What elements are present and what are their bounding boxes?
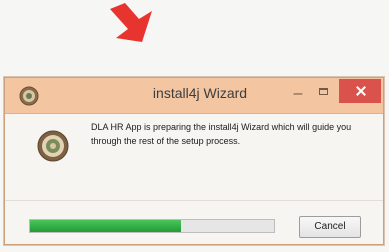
close-button[interactable] bbox=[339, 79, 381, 103]
title-bar: install4j Wizard – bbox=[5, 78, 383, 114]
maximize-icon bbox=[319, 88, 328, 95]
cancel-button[interactable]: Cancel bbox=[299, 216, 361, 238]
dialog-content: DLA HR App is preparing the install4j Wi… bbox=[5, 114, 383, 244]
install4j-wizard-dialog: install4j Wizard – DLA HR App is prepari… bbox=[4, 77, 384, 245]
progress-fill bbox=[30, 220, 182, 232]
divider bbox=[5, 200, 383, 201]
minimize-icon: – bbox=[293, 85, 303, 102]
window-title: install4j Wizard bbox=[152, 85, 248, 101]
status-message: DLA HR App is preparing the install4j Wi… bbox=[91, 122, 352, 146]
red-arrow-icon bbox=[104, 2, 158, 48]
progress-bar bbox=[29, 219, 275, 233]
app-seal-icon bbox=[19, 86, 39, 106]
maximize-button[interactable] bbox=[311, 82, 337, 106]
dla-seal-icon bbox=[37, 130, 69, 162]
minimize-button[interactable]: – bbox=[285, 82, 311, 106]
